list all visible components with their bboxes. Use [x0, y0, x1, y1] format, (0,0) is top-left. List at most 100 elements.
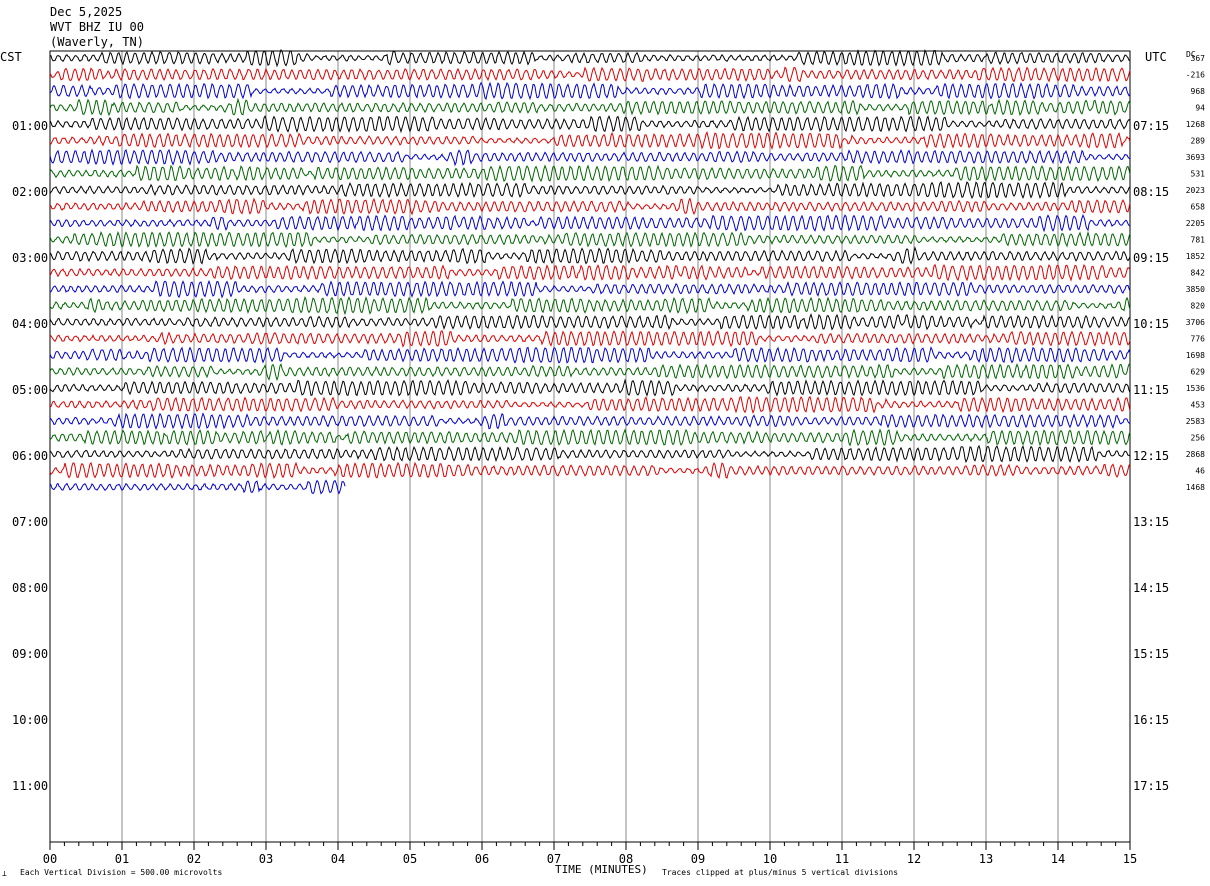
utc-hour-label: 15:15 [1133, 647, 1169, 661]
dc-offset-label: 453 [1191, 401, 1206, 410]
trace-row [49, 97, 1131, 117]
trace-row [49, 197, 1131, 216]
dc-offset-label: -216 [1186, 71, 1205, 80]
x-tick-label: 05 [403, 852, 417, 866]
dc-offset-label: 2023 [1186, 186, 1205, 195]
utc-hour-label: 09:15 [1133, 251, 1169, 265]
utc-hour-labels: 07:15 08:15 09:15 10:15 11:15 12:15 13:15 14:15… [1133, 119, 1169, 793]
x-tick-label: 04 [331, 852, 345, 866]
dc-offset-labels: 367 -216 968 94 1268 289 3693 531 2023 658 2205 781… [1186, 54, 1205, 492]
local-hour-label: 05:00 [12, 383, 48, 397]
dc-offset-label: 2205 [1186, 219, 1205, 228]
trace-row [49, 66, 1131, 83]
x-tick-label: 13 [979, 852, 993, 866]
trace-row [49, 164, 1131, 183]
utc-timezone-label: UTC [1145, 50, 1167, 64]
clip-note: Traces clipped at plus/minus 5 vertical … [662, 868, 898, 877]
scale-icon: ⟂ [2, 869, 7, 878]
dc-offset-label: 256 [1191, 434, 1206, 443]
local-hour-label: 07:00 [12, 515, 48, 529]
dc-offset-label: 3693 [1186, 153, 1205, 162]
utc-hour-label: 07:15 [1133, 119, 1169, 133]
dc-offset-label: 289 [1191, 137, 1206, 146]
trace-row [49, 131, 1131, 150]
x-tick-label: 09 [691, 852, 705, 866]
local-hour-label: 11:00 [12, 779, 48, 793]
trace-row [49, 246, 1131, 265]
utc-hour-label: 10:15 [1133, 317, 1169, 331]
dc-offset-label: 968 [1191, 87, 1206, 96]
x-tick-label: 02 [187, 852, 201, 866]
dc-offset-label: 1268 [1186, 120, 1205, 129]
trace-row [49, 115, 1131, 134]
dc-offset-label: 2583 [1186, 417, 1205, 426]
trace-row [49, 296, 1131, 316]
utc-hour-label: 08:15 [1133, 185, 1169, 199]
utc-hour-label: 13:15 [1133, 515, 1169, 529]
dc-offset-label: 1468 [1186, 483, 1205, 492]
x-tick-label: 06 [475, 852, 489, 866]
trace-row [49, 263, 1131, 282]
dc-offset-label: 842 [1191, 269, 1206, 278]
dc-offset-label: 658 [1191, 203, 1206, 212]
local-hour-label: 09:00 [12, 647, 48, 661]
dc-offset-label: 2868 [1186, 450, 1205, 459]
trace-row [49, 378, 1131, 397]
dc-offset-label: 367 [1191, 54, 1206, 63]
dc-offset-label: 776 [1191, 335, 1206, 344]
utc-hour-label: 17:15 [1133, 779, 1169, 793]
trace-row [49, 181, 1131, 200]
x-tick-label: 12 [907, 852, 921, 866]
dc-offset-label: 3850 [1186, 285, 1205, 294]
plot-date: Dec 5,2025 [50, 5, 122, 19]
local-hour-labels: 01:00 02:00 03:00 04:00 05:00 06:00 07:00 08:00… [12, 119, 48, 793]
local-hour-label: 06:00 [12, 449, 48, 463]
x-tick-label: 10 [763, 852, 777, 866]
trace-row [49, 230, 1131, 249]
x-tick-label: 03 [259, 852, 273, 866]
scale-note: Each Vertical Division = 500.00 microvol… [20, 868, 222, 877]
trace-row [49, 330, 1131, 348]
dc-offset-label: 820 [1191, 302, 1206, 311]
local-hour-label: 01:00 [12, 119, 48, 133]
trace-row [49, 479, 346, 495]
local-hour-label: 10:00 [12, 713, 48, 727]
helicorder-plot: Dec 5,2025 WVT BHZ IU 00 (Waverly, TN) C… [0, 5, 1205, 878]
local-hour-label: 04:00 [12, 317, 48, 331]
dc-offset-label: 46 [1195, 467, 1205, 476]
station-location: (Waverly, TN) [50, 35, 144, 49]
dc-offset-label: 1852 [1186, 252, 1205, 261]
trace-row [49, 346, 1131, 364]
trace-row [49, 81, 1131, 101]
trace-row [49, 428, 1131, 447]
trace-row [49, 279, 1131, 299]
dc-offset-label: 531 [1191, 170, 1206, 179]
dc-offset-label: 629 [1191, 368, 1206, 377]
dc-offset-label: 1698 [1186, 351, 1205, 360]
trace-row [49, 148, 1131, 167]
local-hour-label: 03:00 [12, 251, 48, 265]
x-tick-label: 01 [115, 852, 129, 866]
utc-hour-label: 11:15 [1133, 383, 1169, 397]
trace-row [49, 363, 1131, 382]
local-timezone-label: CST [0, 50, 22, 64]
trace-row [49, 312, 1131, 331]
trace-row [49, 412, 1131, 430]
x-tick-label: 00 [43, 852, 57, 866]
minute-gridlines [121, 51, 1059, 842]
dc-offset-label: 781 [1191, 236, 1206, 245]
dc-offset-label: 94 [1195, 104, 1205, 113]
trace-row [49, 461, 1131, 480]
trace-row [49, 444, 1131, 464]
plot-frame [49, 50, 1131, 843]
trace-row [49, 395, 1131, 414]
utc-hour-label: 14:15 [1133, 581, 1169, 595]
local-hour-label: 02:00 [12, 185, 48, 199]
x-tick-label: 15 [1123, 852, 1137, 866]
trace-row [50, 49, 1131, 68]
utc-hour-label: 16:15 [1133, 713, 1169, 727]
utc-hour-label: 12:15 [1133, 449, 1169, 463]
seismogram-traces [49, 49, 1131, 495]
trace-row [49, 214, 1131, 233]
dc-offset-label: 1536 [1186, 384, 1205, 393]
